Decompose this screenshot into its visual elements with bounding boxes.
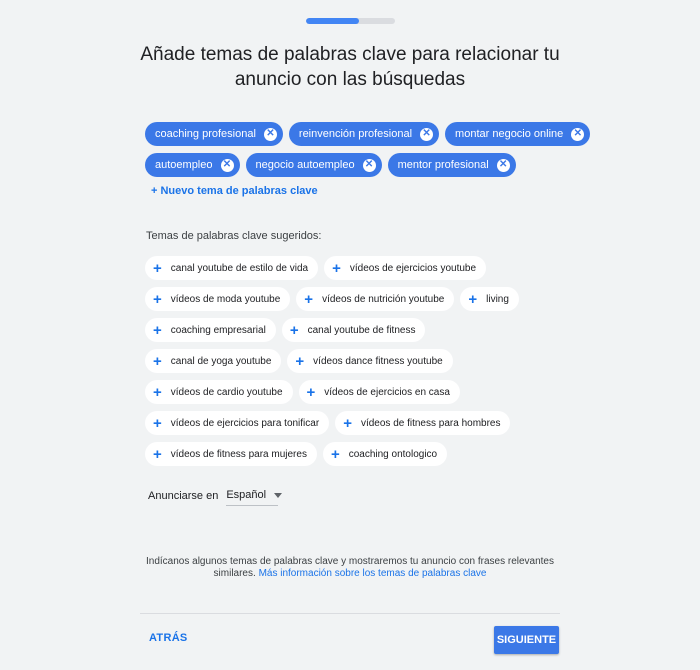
suggested-keyword-label: vídeos de ejercicios para tonificar <box>170 417 320 429</box>
suggested-keyword-chip[interactable]: + vídeos de moda youtube <box>145 287 291 311</box>
selected-keyword-chip: autoempleo ✕ <box>145 153 240 177</box>
plus-icon: + <box>295 352 305 370</box>
selected-keyword-label: coaching profesional <box>155 128 256 140</box>
language-dropdown[interactable]: Español <box>226 486 283 506</box>
plus-icon: + <box>153 259 162 277</box>
suggested-keyword-chip[interactable]: + vídeos de nutrición youtube <box>296 287 455 311</box>
suggested-keyword-chip[interactable]: + vídeos de ejercicios en casa <box>298 380 460 404</box>
caret-down-icon <box>274 492 283 498</box>
plus-icon: + <box>153 383 162 401</box>
suggested-keywords-row: + canal youtube de estilo de vida + vídeos … <box>145 256 565 280</box>
suggested-keyword-chip[interactable]: + vídeos de cardio youtube <box>145 380 293 404</box>
suggested-keyword-label: vídeos de fitness para mujeres <box>170 448 307 460</box>
selected-keyword-chip: reinvención profesional ✕ <box>288 122 440 146</box>
plus-icon: + <box>153 445 162 463</box>
selected-keyword-label: reinvención profesional <box>298 128 413 140</box>
plus-icon: + <box>289 321 299 339</box>
selected-keyword-label: autoempleo <box>155 159 213 171</box>
language-label: Anunciarse en <box>148 490 219 502</box>
suggested-keywords-row: + canal de yoga youtube + vídeos dance fitn… <box>145 349 565 373</box>
step-progress-fill <box>306 18 360 24</box>
suggested-keyword-chip[interactable]: + vídeos de ejercicios youtube <box>324 256 487 280</box>
plus-icon: + <box>468 290 478 308</box>
page-title-line-1: Añade temas de palabras clave para relac… <box>140 44 560 65</box>
selected-keywords-row: autoempleo ✕ negocio autoempleo ✕ mentor pro… <box>145 153 565 177</box>
suggested-keywords-row: + vídeos de fitness para mujeres + coaching… <box>145 442 565 466</box>
suggested-keywords: + canal youtube de estilo de vida + vídeos … <box>145 256 565 473</box>
suggested-keyword-label: canal youtube de fitness <box>307 324 416 336</box>
suggested-keyword-chip[interactable]: + coaching ontologico <box>322 442 448 466</box>
suggested-keyword-label: vídeos de ejercicios youtube <box>349 262 477 274</box>
plus-icon: + <box>153 352 162 370</box>
close-circle-icon[interactable]: ✕ <box>496 158 510 172</box>
suggested-keywords-row: + vídeos de cardio youtube + vídeos de ejer… <box>145 380 565 404</box>
close-circle-icon[interactable]: ✕ <box>263 127 277 141</box>
selected-keyword-label: negocio autoempleo <box>255 159 355 171</box>
selected-keyword-chip: negocio autoempleo ✕ <box>245 153 382 177</box>
suggested-keywords-row: + vídeos de ejercicios para tonificar + víd… <box>145 411 565 435</box>
selected-keyword-chip: montar negocio online ✕ <box>445 122 591 146</box>
back-button[interactable]: ATRÁS <box>149 632 188 644</box>
plus-icon: + <box>153 414 162 432</box>
plus-icon: + <box>306 383 316 401</box>
suggested-keyword-chip[interactable]: + canal de yoga youtube <box>145 349 282 373</box>
suggested-keyword-label: canal de yoga youtube <box>170 355 272 367</box>
suggested-keyword-chip[interactable]: + living <box>460 287 519 311</box>
suggested-keyword-label: vídeos de fitness para hombres <box>360 417 501 429</box>
close-circle-icon[interactable]: ✕ <box>571 127 585 141</box>
plus-icon: + <box>304 290 314 308</box>
suggested-keyword-label: coaching empresarial <box>170 324 266 336</box>
info-text: Indícanos algunos temas de palabras clav… <box>140 556 560 580</box>
language-value: Español <box>226 489 267 501</box>
suggested-keyword-label: canal youtube de estilo de vida <box>170 262 309 274</box>
suggested-keyword-label: vídeos de moda youtube <box>170 293 281 305</box>
suggested-keyword-label: vídeos de nutrición youtube <box>322 293 445 305</box>
suggested-keyword-chip[interactable]: + vídeos dance fitness youtube <box>287 349 453 373</box>
suggested-keyword-chip[interactable]: + canal youtube de fitness <box>281 318 426 342</box>
plus-icon: + <box>330 445 340 463</box>
plus-icon: + <box>153 290 162 308</box>
selected-keyword-label: montar negocio online <box>455 128 564 140</box>
suggested-keywords-row: + vídeos de moda youtube + vídeos de nutric… <box>145 287 565 311</box>
selected-keywords-row: coaching profesional ✕ reinvención profesi… <box>145 122 591 146</box>
page-title-line-2: anuncio con las búsquedas <box>234 69 466 90</box>
language-selector: Anunciarse en Español <box>148 486 283 506</box>
suggested-keyword-chip[interactable]: + vídeos de ejercicios para tonificar <box>145 411 330 435</box>
suggested-keyword-chip[interactable]: + vídeos de fitness para hombres <box>335 411 511 435</box>
add-keyword-theme-link[interactable]: + Nuevo tema de palabras clave <box>151 185 318 197</box>
suggested-keywords-label: Temas de palabras clave sugeridos: <box>146 230 322 242</box>
close-circle-icon[interactable]: ✕ <box>362 158 376 172</box>
learn-more-link[interactable]: Más información sobre los temas de palab… <box>259 568 487 579</box>
suggested-keyword-label: vídeos de ejercicios en casa <box>324 386 450 398</box>
suggested-keywords-row: + coaching empresarial + canal youtube de f… <box>145 318 565 342</box>
selected-keyword-label: mentor profesional <box>397 159 489 171</box>
next-button[interactable]: SIGUIENTE <box>494 626 559 654</box>
suggested-keyword-chip[interactable]: + coaching empresarial <box>145 318 276 342</box>
selected-keywords: coaching profesional ✕ reinvención profesi… <box>145 122 591 184</box>
suggested-keyword-label: vídeos dance fitness youtube <box>313 355 443 367</box>
selected-keyword-chip: coaching profesional ✕ <box>145 122 283 146</box>
plus-icon: + <box>153 321 162 339</box>
step-progress-bar <box>306 18 395 24</box>
plus-icon: + <box>343 414 352 432</box>
close-circle-icon[interactable]: ✕ <box>420 127 434 141</box>
selected-keyword-chip: mentor profesional ✕ <box>387 153 516 177</box>
plus-icon: + <box>332 259 341 277</box>
suggested-keyword-chip[interactable]: + canal youtube de estilo de vida <box>145 256 319 280</box>
suggested-keyword-chip[interactable]: + vídeos de fitness para mujeres <box>145 442 317 466</box>
suggested-keyword-label: vídeos de cardio youtube <box>170 386 283 398</box>
suggested-keyword-label: living <box>486 293 509 305</box>
close-circle-icon[interactable]: ✕ <box>220 158 234 172</box>
page-title: Añade temas de palabras clave para relac… <box>0 42 700 92</box>
footer-divider <box>140 613 560 614</box>
suggested-keyword-label: coaching ontologico <box>348 448 438 460</box>
